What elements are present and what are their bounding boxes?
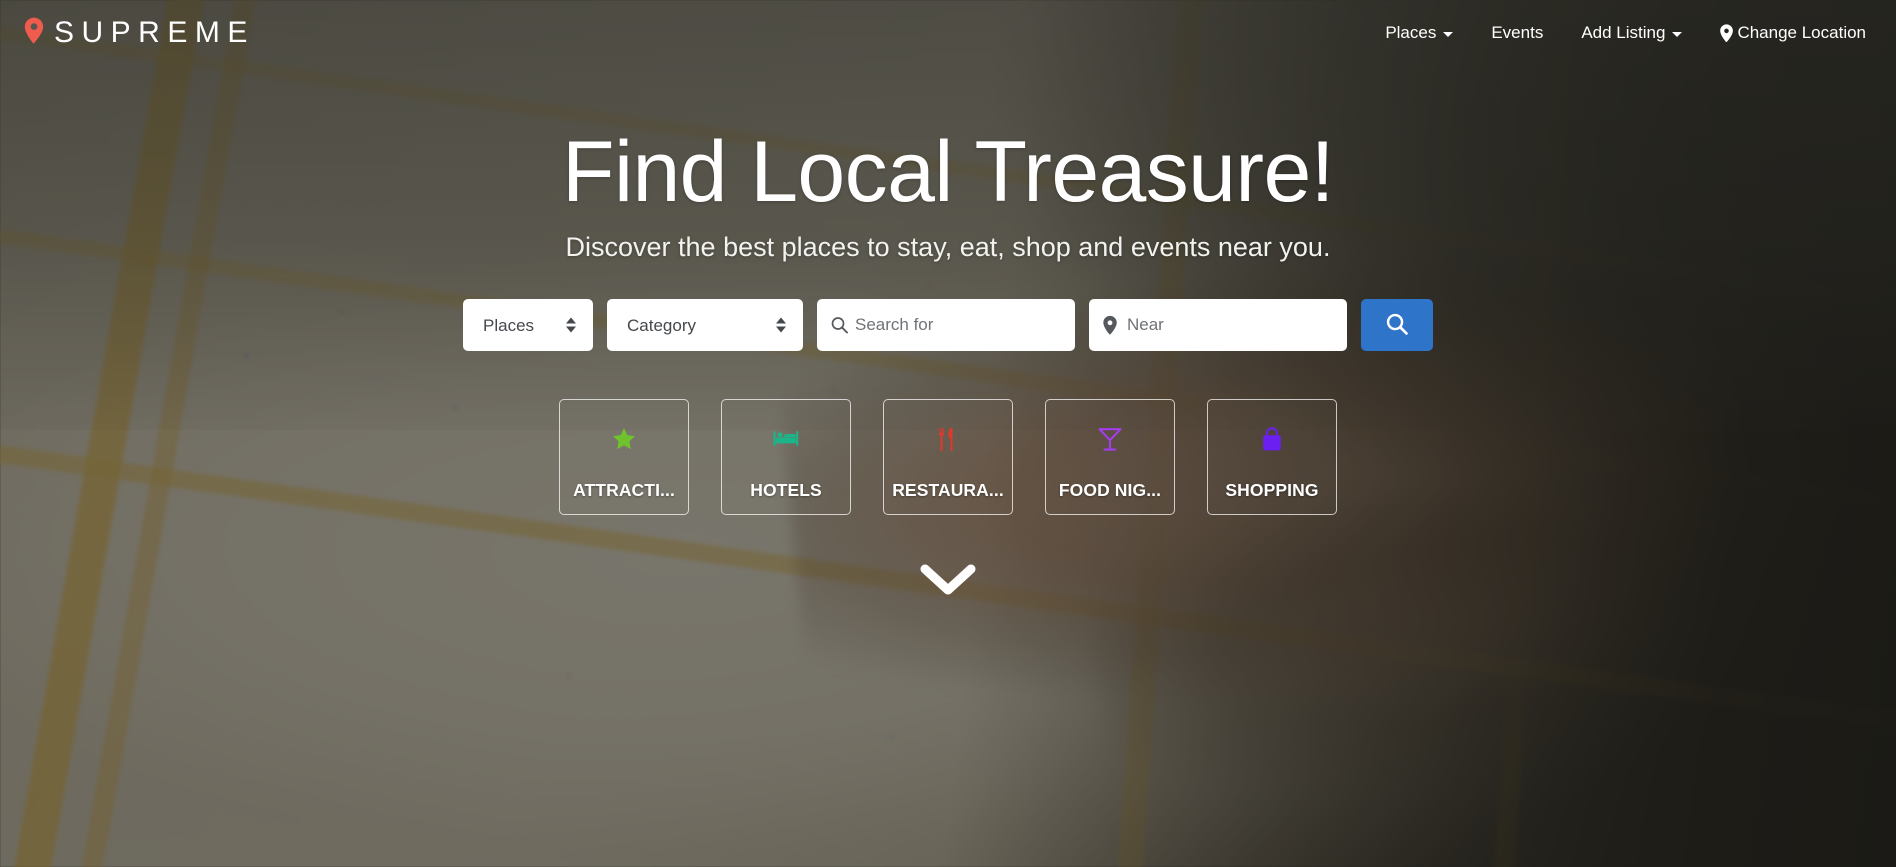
star-icon (611, 424, 637, 454)
keyword-input-wrapper (817, 299, 1075, 352)
category-tile-attractions[interactable]: ATTRACTI... (559, 399, 689, 516)
category-select[interactable]: Category (607, 299, 803, 352)
nav-label-change-location: Change Location (1737, 23, 1866, 42)
bed-icon (772, 424, 800, 454)
category-label: HOTELS (750, 480, 822, 501)
search-submit-button[interactable] (1361, 299, 1433, 352)
nav-links: Places Events Add Listing Change Locatio… (1366, 15, 1870, 51)
category-label: SHOPPING (1225, 480, 1319, 501)
page-subtitle: Discover the best places to stay, eat, s… (565, 231, 1331, 262)
main-navbar: SUPREME Places Events Add Listing Change… (0, 0, 1896, 66)
category-tile-shopping[interactable]: SHOPPING (1207, 399, 1337, 516)
type-select[interactable]: Places (463, 299, 593, 352)
nav-link-change-location[interactable]: Change Location (1701, 15, 1870, 51)
page-title: Find Local Treasure! (562, 124, 1335, 220)
category-tile-hotels[interactable]: HOTELS (721, 399, 851, 516)
category-tiles: ATTRACTI... HOTELS RESTAURA... FOOD NIG.… (559, 399, 1337, 516)
nav-label-places: Places (1385, 23, 1437, 42)
search-form: Places Category (463, 299, 1433, 352)
shopping-bag-icon (1261, 424, 1283, 454)
search-input[interactable] (817, 299, 1075, 352)
category-label: ATTRACTI... (573, 480, 675, 501)
location-input-wrapper (1089, 299, 1347, 352)
map-pin-icon (24, 17, 44, 49)
category-label: RESTAURA... (892, 480, 1004, 501)
near-input[interactable] (1089, 299, 1347, 352)
nav-item-add-listing: Add Listing (1562, 15, 1701, 51)
nav-label-add-listing: Add Listing (1581, 23, 1666, 42)
nav-item-places: Places (1366, 15, 1472, 51)
cocktail-glass-icon (1098, 424, 1122, 454)
chevron-down-icon (920, 563, 976, 602)
hero-content: Find Local Treasure! Discover the best p… (0, 0, 1896, 603)
category-tile-food-nightlife[interactable]: FOOD NIG... (1045, 399, 1175, 516)
nav-link-events[interactable]: Events (1472, 15, 1562, 51)
category-label: FOOD NIG... (1058, 480, 1162, 501)
map-pin-icon (1720, 24, 1734, 42)
scroll-down-button[interactable] (917, 561, 979, 603)
fork-knife-icon (937, 424, 959, 454)
brand-logo[interactable]: SUPREME (24, 17, 255, 49)
nav-item-events: Events (1472, 15, 1562, 51)
type-select-wrapper: Places (463, 299, 593, 352)
search-icon (1386, 313, 1408, 338)
chevron-down-icon (1443, 31, 1454, 37)
nav-link-add-listing[interactable]: Add Listing (1562, 15, 1701, 51)
nav-label-events: Events (1491, 23, 1544, 42)
nav-link-places[interactable]: Places (1366, 15, 1472, 51)
nav-item-change-location: Change Location (1701, 15, 1870, 51)
chevron-down-icon (1672, 31, 1683, 37)
category-tile-restaurants[interactable]: RESTAURA... (883, 399, 1013, 516)
brand-name: SUPREME (54, 16, 255, 49)
category-select-wrapper: Category (607, 299, 803, 352)
